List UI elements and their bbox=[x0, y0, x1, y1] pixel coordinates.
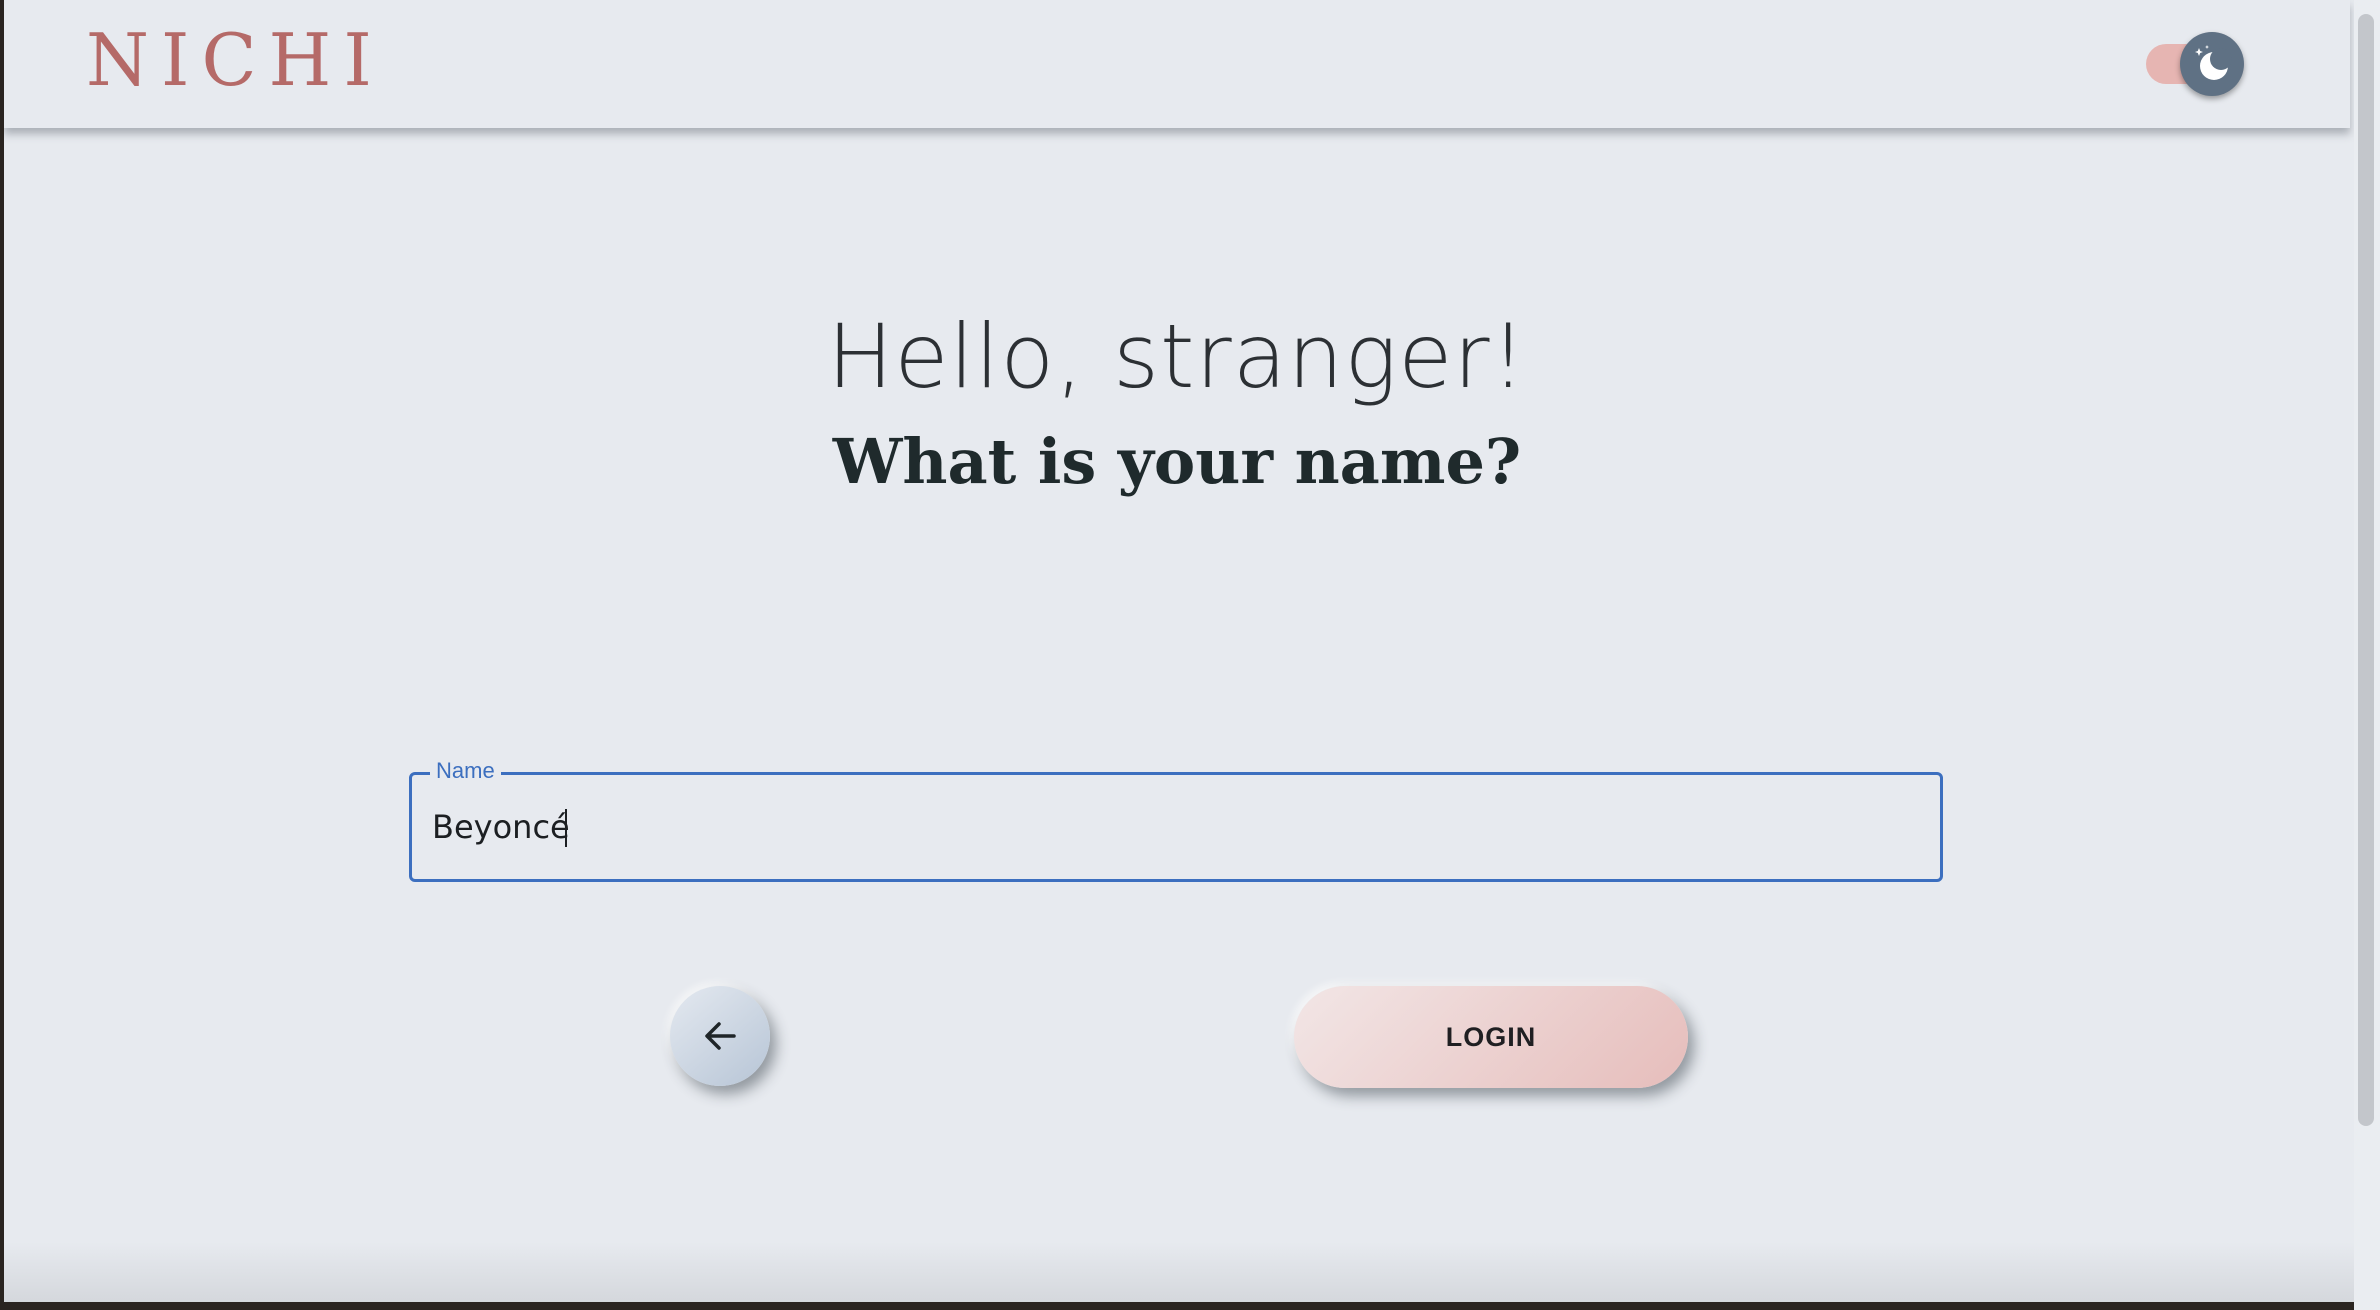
arrow-left-icon bbox=[705, 1022, 736, 1050]
app-logo[interactable]: NICHI bbox=[86, 18, 384, 102]
name-field-label: Name bbox=[430, 759, 501, 783]
back-button[interactable] bbox=[670, 986, 770, 1086]
greeting-heading: Hello, stranger! bbox=[827, 305, 1527, 408]
login-button[interactable]: LOGIN bbox=[1294, 986, 1688, 1088]
name-input[interactable] bbox=[432, 797, 1912, 857]
top-app-bar: NICHI bbox=[4, 0, 2350, 128]
text-caret bbox=[565, 809, 567, 847]
name-field[interactable]: Name bbox=[409, 759, 1943, 882]
bottom-shade bbox=[4, 1242, 2354, 1302]
app-window: NICHI Hello, stranger! What is your name… bbox=[4, 0, 2354, 1302]
scrollbar-thumb[interactable] bbox=[2358, 14, 2374, 1126]
theme-toggle[interactable] bbox=[2144, 32, 2244, 98]
toggle-knob[interactable] bbox=[2180, 32, 2244, 96]
name-question: What is your name? bbox=[832, 425, 1522, 498]
moon-icon bbox=[2195, 45, 2232, 80]
